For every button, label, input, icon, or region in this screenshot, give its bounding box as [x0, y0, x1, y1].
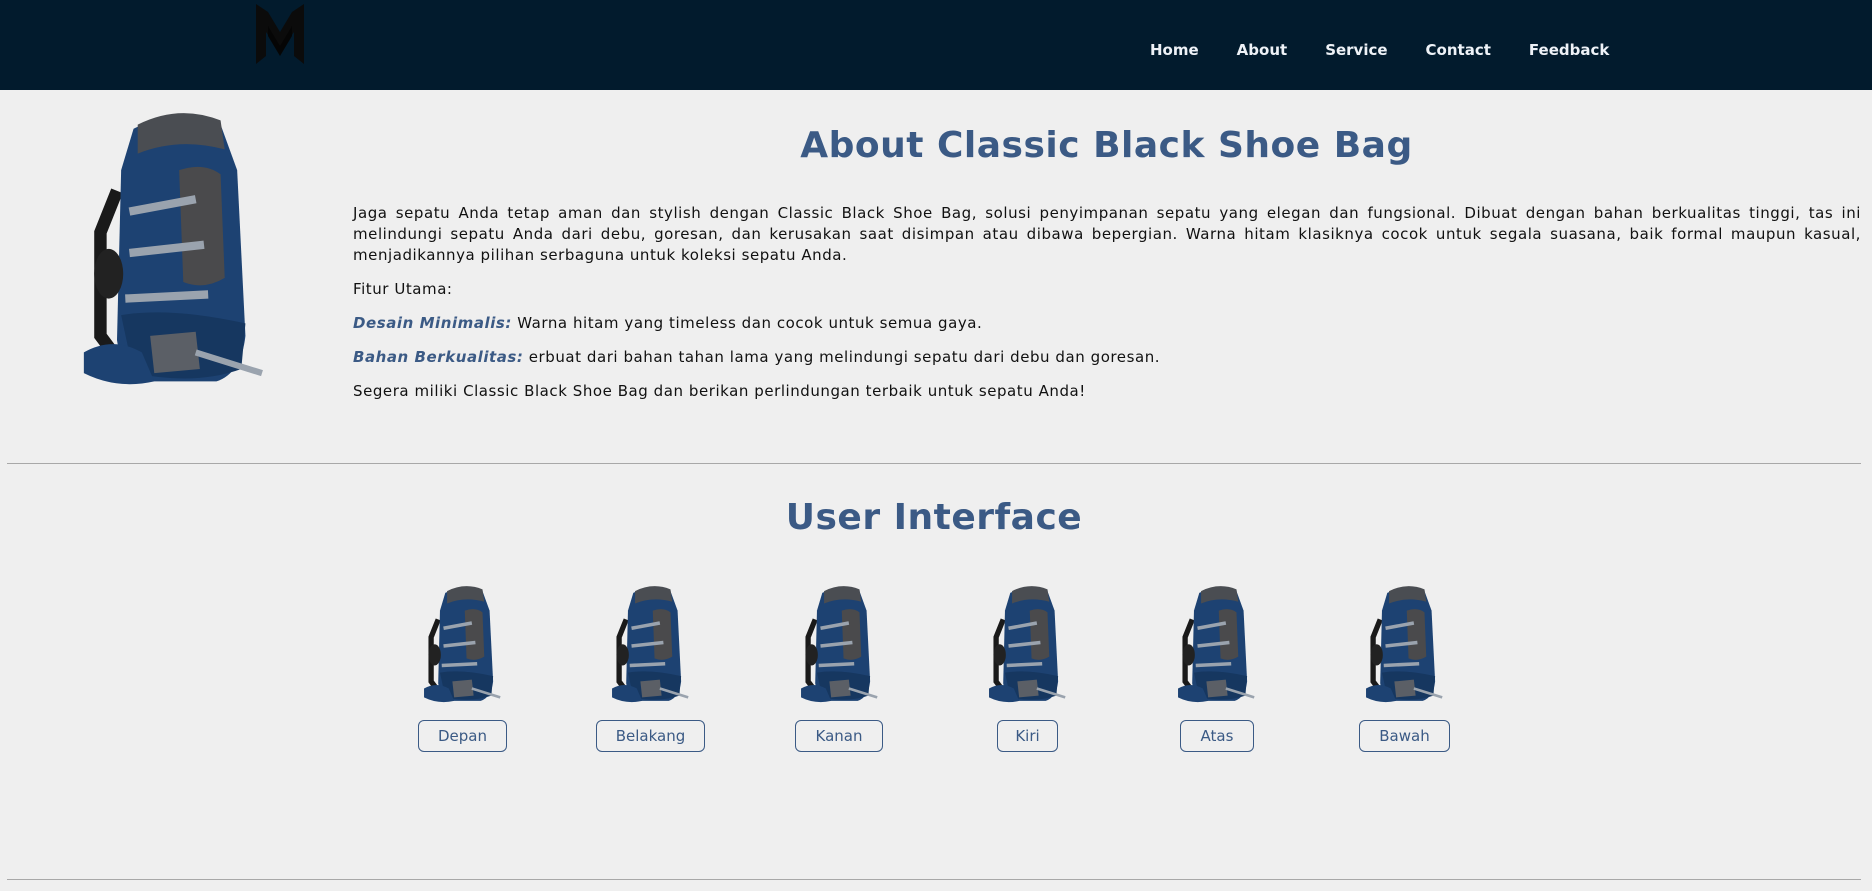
- view-button-atas[interactable]: Atas: [1180, 720, 1254, 752]
- features-label: Fitur Utama:: [353, 280, 453, 298]
- nav-about-link[interactable]: About: [1237, 41, 1288, 59]
- view-button-bawah[interactable]: Bawah: [1359, 720, 1450, 752]
- feature-text: Warna hitam yang timeless dan cocok untu…: [511, 314, 983, 332]
- feature-name: Bahan Berkualitas:: [353, 348, 524, 366]
- logo[interactable]: [254, 2, 306, 68]
- feature-item: Bahan Berkualitas: erbuat dari bahan tah…: [353, 347, 1861, 368]
- section-divider: [7, 463, 1861, 464]
- nav-menu: Home About Service Contact Feedback: [1150, 41, 1647, 59]
- feature-text: erbuat dari bahan tahan lama yang melind…: [523, 348, 1161, 366]
- navbar: Home About Service Contact Feedback: [0, 0, 1872, 90]
- nav-service-link[interactable]: Service: [1325, 41, 1387, 59]
- view-button-kiri[interactable]: Kiri: [997, 720, 1058, 752]
- feature-item: Desain Minimalis: Warna hitam yang timel…: [353, 313, 1861, 334]
- view-thumbnail-kanan[interactable]: [795, 584, 885, 708]
- view-button-depan[interactable]: Depan: [418, 720, 507, 752]
- view-thumbnail-bawah[interactable]: [1360, 584, 1450, 708]
- view-thumbnail-kiri[interactable]: [983, 584, 1073, 708]
- about-intro: Jaga sepatu Anda tetap aman dan stylish …: [353, 204, 1861, 264]
- product-image: [70, 108, 280, 398]
- nav-home-link[interactable]: Home: [1150, 41, 1199, 59]
- about-closing: Segera miliki Classic Black Shoe Bag dan…: [353, 382, 1086, 400]
- about-description: Jaga sepatu Anda tetap aman dan stylish …: [353, 203, 1861, 415]
- nav-contact-link[interactable]: Contact: [1426, 41, 1491, 59]
- view-thumbnail-belakang[interactable]: [606, 584, 696, 708]
- logo-icon: [256, 4, 304, 64]
- about-title: About Classic Black Shoe Bag: [800, 125, 1413, 166]
- ui-title: User Interface: [785, 497, 1083, 538]
- nav-feedback-link[interactable]: Feedback: [1529, 41, 1609, 59]
- feature-name: Desain Minimalis:: [353, 314, 512, 332]
- section-divider: [7, 879, 1861, 880]
- view-button-belakang[interactable]: Belakang: [596, 720, 705, 752]
- view-thumbnail-atas[interactable]: [1172, 584, 1262, 708]
- view-button-kanan[interactable]: Kanan: [795, 720, 883, 752]
- view-thumbnail-depan[interactable]: [418, 584, 508, 708]
